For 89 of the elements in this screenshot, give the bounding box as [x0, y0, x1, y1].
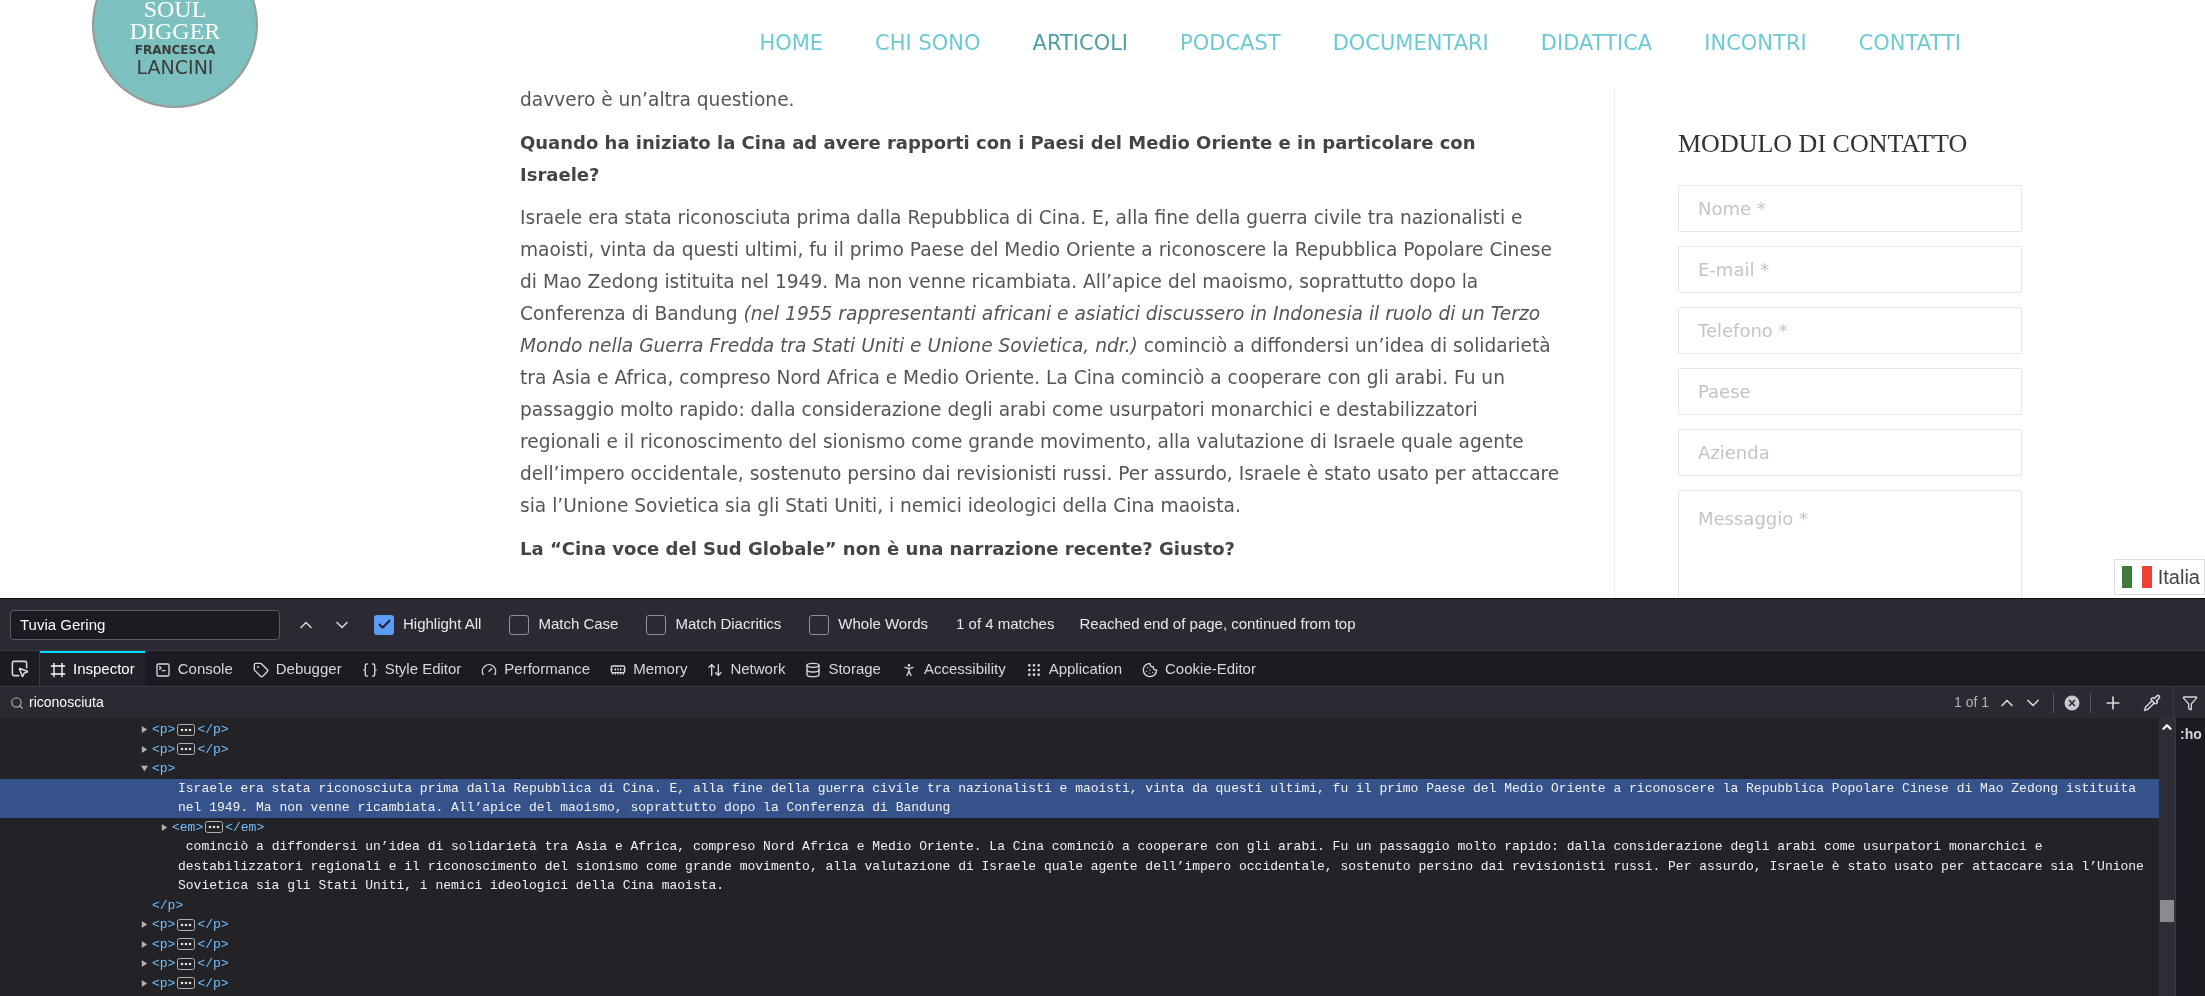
- close-tag[interactable]: </p>: [197, 973, 229, 993]
- devtools-tab[interactable]: Performance: [471, 651, 601, 686]
- close-tag[interactable]: </p>: [197, 934, 229, 954]
- eyedropper-icon[interactable]: [2143, 693, 2161, 712]
- devtools-tab[interactable]: Cookie-Editor: [1132, 651, 1266, 686]
- tab-icon: [50, 661, 66, 678]
- check-icon: [376, 617, 392, 632]
- find-input[interactable]: Tuvia Gering: [10, 609, 280, 640]
- search-bar[interactable]: riconosciuta 1 of 1: [0, 686, 2205, 718]
- find-status: Reached end of page, continued from top: [1079, 614, 1356, 635]
- devtools-tab[interactable]: Storage: [795, 651, 891, 686]
- match-count: 1 of 4 matches: [956, 614, 1055, 635]
- logo-text: DIGGER: [129, 20, 221, 42]
- open-tag[interactable]: <p>: [152, 739, 176, 759]
- option-label[interactable]: Whole Words: [838, 613, 929, 636]
- ellipsis-icon[interactable]: [205, 821, 224, 834]
- logo-text: FRANCESCA: [134, 42, 216, 58]
- filter-icon[interactable]: [2181, 694, 2198, 711]
- search-count: 1 of 1: [1953, 693, 1989, 712]
- tab-icon: [707, 661, 724, 678]
- scrollbar-thumb[interactable]: [2160, 900, 2174, 922]
- open-tag[interactable]: <p>: [152, 973, 176, 993]
- tab-icon: [805, 661, 822, 678]
- article-heading: Quando ha iniziato la Cina ad avere rapporti con i Paesi del Medio Oriente e in particolare con Israele?: [520, 131, 1477, 187]
- ellipsis-icon[interactable]: [177, 918, 196, 931]
- devtools-tab[interactable]: Debugger: [242, 651, 352, 686]
- logo-text: LANCINI: [136, 58, 214, 76]
- expanded-caret-icon[interactable]: [140, 764, 149, 774]
- option-label[interactable]: Match Diacritics: [675, 613, 782, 636]
- ellipsis-icon[interactable]: [177, 743, 196, 756]
- open-tag[interactable]: <em>: [172, 817, 204, 837]
- open-tag[interactable]: <p>: [152, 934, 176, 954]
- devtools-tab[interactable]: Network: [697, 651, 796, 686]
- article-heading: La “Cina voce del Sud Globale” non è una narrazione recente? Giusto?: [520, 537, 1236, 561]
- option-label[interactable]: Highlight All: [403, 613, 482, 636]
- contact-form-title: MODULO DI CONTATTO: [1678, 128, 1969, 160]
- ellipsis-icon[interactable]: [177, 977, 196, 990]
- language-label: Italia: [2157, 565, 2200, 590]
- flag-icon: [2121, 566, 2152, 588]
- open-tag[interactable]: <p>: [152, 759, 176, 779]
- scrollbar[interactable]: [2159, 718, 2175, 996]
- logo-badge[interactable]: SOUL DIGGER FRANCESCA LANCINI: [92, 0, 258, 108]
- logo-text: SOUL: [143, 0, 207, 20]
- close-tag[interactable]: </p>: [197, 739, 229, 759]
- ellipsis-icon[interactable]: [177, 723, 196, 736]
- devtools-tab[interactable]: Console: [144, 651, 243, 686]
- close-tag[interactable]: </p>: [197, 720, 229, 740]
- ellipsis-icon[interactable]: [177, 938, 196, 951]
- search-icon: [10, 695, 24, 710]
- close-tag[interactable]: </em>: [225, 817, 265, 837]
- form-input[interactable]: Telefono *: [1678, 307, 2022, 354]
- form-input[interactable]: Azienda: [1678, 429, 2022, 476]
- devtools-tab[interactable]: Memory: [600, 651, 698, 686]
- open-tag[interactable]: <p>: [152, 954, 176, 974]
- article-paragraph: davvero è un’altra questione.: [520, 88, 796, 112]
- pseudo-class-toggle[interactable]: :ho: [2180, 726, 2202, 742]
- clear-search-icon[interactable]: [2062, 692, 2082, 713]
- text-node[interactable]: cominciò a diffondersi un’idea di solidarietà tra Asia e Africa, compreso Nord Africa e Medio Oriente. La Cina cominciò a cooperare con gli arabi. Fu un passaggio molto rapido: dalla considerazione degli arabi come usurpatori monarchici e destabilizzatori regionali e il riconoscimento del sionismo come grande movimento, alla valutazione di Israele quale agente dell’impero occidentale, sostenuto persino dai revisionisti russi. Per assurdo, Israele è stato usato per attaccare sia l’Unione Sovietica sia gli Stati Uniti, i nemici ideologici della Cina maoista.: [178, 837, 2149, 896]
- devtools-tab[interactable]: Inspector: [40, 651, 145, 686]
- devtools-tab[interactable]: Style Editor: [351, 651, 472, 686]
- open-tag[interactable]: <p>: [152, 720, 176, 740]
- search-input[interactable]: riconosciuta: [29, 692, 1954, 713]
- checkbox[interactable]: [809, 614, 830, 635]
- tab-icon: [1025, 661, 1042, 678]
- checkbox[interactable]: [646, 614, 667, 635]
- collapsed-caret-icon[interactable]: [160, 822, 169, 832]
- open-tag[interactable]: <p>: [152, 915, 176, 935]
- checkbox[interactable]: [374, 614, 394, 635]
- close-tag[interactable]: </p>: [152, 895, 184, 915]
- language-selector[interactable]: Italia: [2113, 559, 2205, 595]
- close-tag[interactable]: </p>: [197, 915, 229, 935]
- devtools-tab[interactable]: Accessibility: [890, 651, 1016, 686]
- option-label[interactable]: Match Case: [538, 613, 619, 636]
- article-paragraph: Israele era stata riconosciuta prima dalla Repubblica di Cina. E, alla fine della guerra civile tra nazionalisti e maoisti, vinta da questi ultimi, fu il primo Paese del Medio Oriente a riconoscere la Repubblica Popolare Cinese di Mao Zedong istituita nel 1949. Ma non venne ricambiata. All’apice del maoismo, soprattutto dopo la Conferenza di Bandung (nel 1955 rappresentanti africani e asiatici discussero in Indonesia il ruolo di un Terzo Mondo nella Guerra Fredda tra Stati Uniti e Unione Sovietica, ndr.) cominciò a diffondersi un’idea di solidarietà tra Asia e Africa, compreso Nord Africa e Medio Oriente. La Cina cominciò a cooperare con gli arabi. Fu un passaggio molto rapido: dalla considerazione degli arabi come usurpatori monarchici e destabilizzatori regionali e il riconoscimento del sionismo come grande movimento, alla valutazione di Israele quale agente dell’impero occidentale, sostenuto persino dai revisionisti russi. Per assurdo, Israele è stato usato per attaccare sia l’Unione Sovietica sia gli Stati Uniti, i nemici ideologici della Cina maoista.: [520, 206, 1560, 518]
- tab-icon: [361, 661, 378, 678]
- tab-icon: [481, 661, 498, 678]
- tab-icon: [1142, 661, 1159, 678]
- form-input[interactable]: E-mail *: [1678, 246, 2022, 293]
- form-input[interactable]: Paese: [1678, 368, 2022, 415]
- text-node[interactable]: Israele era stata riconosciuta prima dalla Repubblica di Cina. E, alla fine della guerra civile tra nazionalisti e maoisti, vinta da questi ultimi, fu il primo Paese del Medio Oriente a riconoscere la Repubblica Popolare Cinese di Mao Zedong istituita nel 1949. Ma non venne ricambiata. All’apice del maoismo, soprattutto dopo la Conferenza di Bandung: [178, 778, 2149, 818]
- tab-icon: [252, 661, 269, 678]
- ellipsis-icon[interactable]: [177, 957, 196, 970]
- tab-icon: [154, 661, 171, 678]
- checkbox[interactable]: [509, 614, 530, 635]
- close-tag[interactable]: </p>: [197, 954, 229, 974]
- element-picker-icon[interactable]: [10, 659, 29, 678]
- message-textarea[interactable]: Messaggio *: [1678, 490, 2022, 598]
- devtools-tab[interactable]: Application: [1015, 651, 1133, 686]
- form-input[interactable]: Nome *: [1678, 185, 2022, 232]
